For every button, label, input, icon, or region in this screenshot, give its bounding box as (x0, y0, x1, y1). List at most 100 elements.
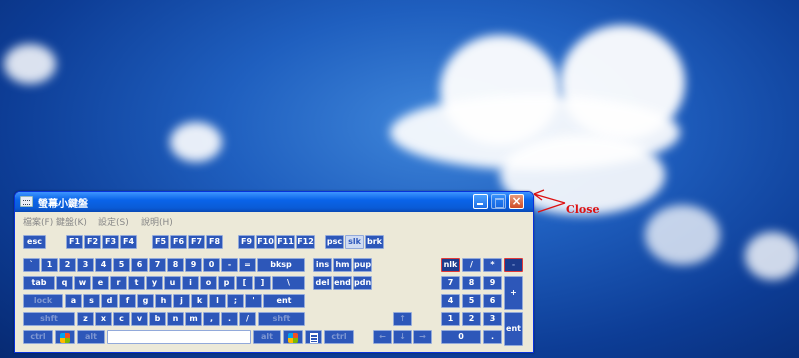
key-numlock[interactable]: nlk (441, 258, 460, 272)
key-ins[interactable]: ins (313, 258, 332, 272)
key-l[interactable]: l (209, 294, 226, 308)
key-x[interactable]: x (95, 312, 112, 326)
key-3[interactable]: 3 (77, 258, 94, 272)
key-arrow-left[interactable]: ← (373, 330, 392, 344)
key-kp-plus[interactable]: + (504, 276, 523, 310)
key-pup[interactable]: pup (353, 258, 372, 272)
key-y[interactable]: y (146, 276, 163, 290)
key-backtick[interactable]: ` (23, 258, 40, 272)
key-kp-6[interactable]: 6 (483, 294, 502, 308)
menu-file[interactable]: 檔案(F) (23, 215, 53, 228)
key-quote[interactable]: ' (245, 294, 262, 308)
key-f7[interactable]: F7 (188, 235, 205, 249)
key-kp-2[interactable]: 2 (462, 312, 481, 326)
key-t[interactable]: t (128, 276, 145, 290)
key-slk[interactable]: slk (345, 235, 364, 249)
key-v[interactable]: v (131, 312, 148, 326)
key-f1[interactable]: F1 (66, 235, 83, 249)
key-4[interactable]: 4 (95, 258, 112, 272)
key-kp-decimal[interactable]: . (483, 330, 502, 344)
key-kp-multiply[interactable]: * (483, 258, 502, 272)
key-j[interactable]: j (173, 294, 190, 308)
key-left-windows[interactable] (55, 330, 75, 344)
key-kp-8[interactable]: 8 (462, 276, 481, 290)
key-0[interactable]: 0 (203, 258, 220, 272)
key-f10[interactable]: F10 (256, 235, 275, 249)
key-f3[interactable]: F3 (102, 235, 119, 249)
key-right-windows[interactable] (283, 330, 303, 344)
key-left-shift[interactable]: shft (23, 312, 75, 326)
key-space[interactable] (107, 330, 251, 344)
key-kp-enter[interactable]: ent (504, 312, 523, 346)
key-7[interactable]: 7 (149, 258, 166, 272)
key-f11[interactable]: F11 (276, 235, 295, 249)
key-end[interactable]: end (333, 276, 352, 290)
key-right-alt[interactable]: alt (253, 330, 281, 344)
key-p[interactable]: p (218, 276, 235, 290)
key-psc[interactable]: psc (325, 235, 344, 249)
close-button[interactable]: × (509, 194, 524, 209)
key-f12[interactable]: F12 (296, 235, 315, 249)
key-5[interactable]: 5 (113, 258, 130, 272)
key-q[interactable]: q (56, 276, 73, 290)
key-comma[interactable]: , (203, 312, 220, 326)
key-f4[interactable]: F4 (120, 235, 137, 249)
key-right-bracket[interactable]: ] (254, 276, 271, 290)
key-kp-0[interactable]: 0 (441, 330, 481, 344)
key-f2[interactable]: F2 (84, 235, 101, 249)
key-slash[interactable]: / (239, 312, 256, 326)
key-left-ctrl[interactable]: ctrl (23, 330, 53, 344)
key-caps-lock[interactable]: lock (23, 294, 63, 308)
key-1[interactable]: 1 (41, 258, 58, 272)
key-f9[interactable]: F9 (238, 235, 255, 249)
key-a[interactable]: a (65, 294, 82, 308)
key-backspace[interactable]: bksp (257, 258, 305, 272)
key-r[interactable]: r (110, 276, 127, 290)
key-kp-1[interactable]: 1 (441, 312, 460, 326)
key-kp-9[interactable]: 9 (483, 276, 502, 290)
key-kp-4[interactable]: 4 (441, 294, 460, 308)
key-tab[interactable]: tab (23, 276, 55, 290)
key-kp-7[interactable]: 7 (441, 276, 460, 290)
menu-settings[interactable]: 設定(S) (98, 215, 129, 228)
key-period[interactable]: . (221, 312, 238, 326)
key-esc[interactable]: esc (23, 235, 46, 249)
key-del[interactable]: del (313, 276, 332, 290)
key-f5[interactable]: F5 (152, 235, 169, 249)
key-z[interactable]: z (77, 312, 94, 326)
menu-help[interactable]: 說明(H) (141, 215, 173, 228)
key-n[interactable]: n (167, 312, 184, 326)
key-u[interactable]: u (164, 276, 181, 290)
key-right-shift[interactable]: shft (258, 312, 305, 326)
key-g[interactable]: g (137, 294, 154, 308)
key-f6[interactable]: F6 (170, 235, 187, 249)
key-equals[interactable]: = (239, 258, 256, 272)
key-2[interactable]: 2 (59, 258, 76, 272)
key-left-bracket[interactable]: [ (236, 276, 253, 290)
key-8[interactable]: 8 (167, 258, 184, 272)
key-s[interactable]: s (83, 294, 100, 308)
key-i[interactable]: i (182, 276, 199, 290)
key-9[interactable]: 9 (185, 258, 202, 272)
key-enter[interactable]: ent (263, 294, 305, 308)
key-arrow-up[interactable]: ↑ (393, 312, 412, 326)
key-b[interactable]: b (149, 312, 166, 326)
title-bar[interactable]: 螢幕小鍵盤 × (15, 192, 533, 212)
key-c[interactable]: c (113, 312, 130, 326)
key-backslash[interactable]: \ (272, 276, 305, 290)
key-kp-3[interactable]: 3 (483, 312, 502, 326)
key-right-ctrl[interactable]: ctrl (324, 330, 354, 344)
key-minus[interactable]: - (221, 258, 238, 272)
menu-keyboard[interactable]: 鍵盤(K) (56, 215, 87, 228)
key-o[interactable]: o (200, 276, 217, 290)
key-hm[interactable]: hm (333, 258, 352, 272)
key-k[interactable]: k (191, 294, 208, 308)
key-arrow-right[interactable]: → (413, 330, 432, 344)
key-kp-divide[interactable]: / (462, 258, 481, 272)
key-pdn[interactable]: pdn (353, 276, 372, 290)
key-kp-minus[interactable]: - (504, 258, 523, 272)
key-d[interactable]: d (101, 294, 118, 308)
key-e[interactable]: e (92, 276, 109, 290)
key-arrow-down[interactable]: ↓ (393, 330, 412, 344)
key-h[interactable]: h (155, 294, 172, 308)
